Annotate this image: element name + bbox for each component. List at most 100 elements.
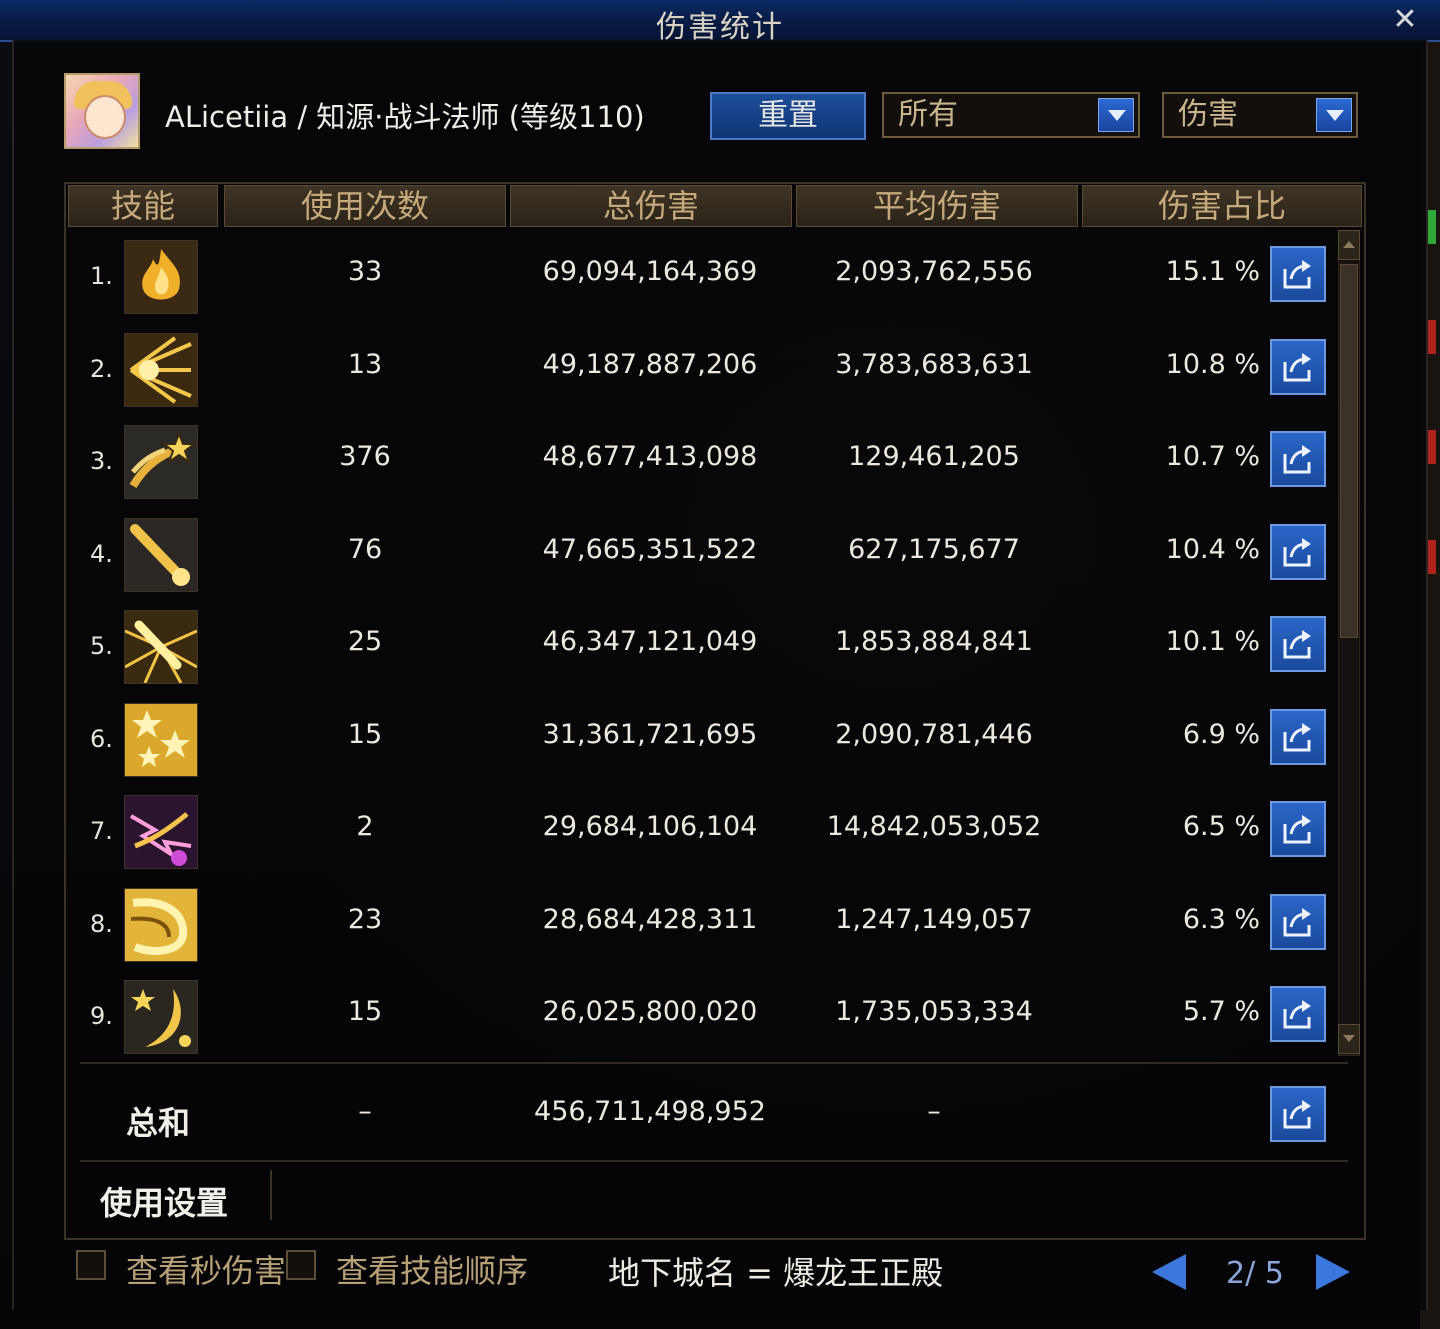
row-average-damage: 14,842,053,052 — [826, 811, 1042, 842]
next-page-arrow-icon[interactable] — [1316, 1254, 1350, 1290]
share-icon — [1283, 537, 1311, 566]
dps-checkbox-label[interactable]: 查看秒伤害 — [126, 1246, 286, 1292]
close-button[interactable]: ✕ — [1388, 3, 1422, 37]
total-uses: – — [358, 1096, 372, 1127]
column-header-uses[interactable]: 使用次数 — [224, 185, 506, 227]
crescent-moon-icon[interactable] — [124, 980, 198, 1054]
share-icon — [1283, 1000, 1311, 1029]
chevron-down-icon[interactable] — [1098, 98, 1134, 132]
row-uses: 376 — [339, 441, 391, 472]
row-uses: 13 — [347, 348, 383, 380]
staff-burst-icon[interactable] — [124, 610, 198, 684]
skill-order-checkbox[interactable] — [286, 1250, 316, 1280]
row-damage-share: 10.1 % — [1165, 626, 1260, 657]
chevron-down-icon[interactable] — [1316, 98, 1352, 132]
stat-filter-value: 伤害 — [1178, 97, 1238, 132]
total-damage: 456,711,498,952 — [534, 1096, 766, 1127]
row-total-damage: 69,094,164,369 — [542, 256, 758, 287]
row-total-damage: 26,025,800,020 — [542, 996, 758, 1027]
usage-settings-label[interactable]: 使用设置 — [100, 1178, 228, 1224]
character-name: ALicetiia / 知源·战斗法师 (等级110) — [165, 100, 645, 134]
share-icon — [1283, 445, 1311, 474]
row-rank: 5. — [90, 632, 113, 660]
table-row: 2. 13 49,187,887,206 3,783,683,631 10.8 % — [80, 329, 1340, 421]
row-uses: 15 — [347, 718, 383, 750]
target-filter-dropdown[interactable]: 所有 — [882, 92, 1140, 138]
share-button[interactable] — [1270, 523, 1326, 580]
row-rank: 2. — [90, 354, 113, 383]
reset-button[interactable]: 重置 — [710, 92, 866, 140]
table-header: 技能 使用次数 总伤害 平均伤害 伤害占比 — [68, 185, 1362, 227]
comet-star-icon[interactable] — [124, 425, 198, 499]
row-average-damage: 3,783,683,631 — [835, 348, 1033, 380]
swirl-slash-icon[interactable] — [124, 887, 198, 962]
share-button[interactable] — [1270, 708, 1326, 765]
share-icon — [1283, 815, 1311, 844]
table-row: 3. 376 48,677,413,098 129,461,205 10.7 % — [80, 421, 1340, 513]
row-uses: 33 — [347, 256, 383, 287]
row-rank: 9. — [90, 1002, 113, 1030]
total-label: 总和 — [126, 1104, 191, 1142]
close-icon: ✕ — [1392, 2, 1418, 37]
share-button[interactable] — [1270, 431, 1326, 487]
share-button[interactable] — [1270, 338, 1326, 395]
share-button[interactable] — [1270, 616, 1326, 672]
row-total-damage: 29,684,106,104 — [542, 811, 758, 842]
share-button[interactable] — [1270, 1086, 1326, 1142]
divider — [270, 1170, 272, 1220]
row-rank: 3. — [90, 447, 113, 475]
stat-filter-dropdown[interactable]: 伤害 — [1162, 92, 1358, 138]
lightning-magic-icon[interactable] — [124, 795, 198, 869]
row-average-damage: 627,175,677 — [848, 533, 1020, 565]
row-uses: 2 — [356, 811, 374, 842]
table-row: 6. 15 31,361,721,695 2,090,781,446 6.9 % — [80, 699, 1340, 791]
row-damage-share: 15.1 % — [1165, 256, 1260, 287]
share-button[interactable] — [1270, 801, 1326, 857]
share-button[interactable] — [1270, 893, 1326, 950]
scroll-up-button[interactable] — [1338, 230, 1360, 260]
total-row: 总和 – 456,711,498,952 – — [80, 1070, 1340, 1160]
share-icon — [1283, 630, 1311, 659]
row-average-damage: 2,090,781,446 — [835, 718, 1033, 750]
column-header-share[interactable]: 伤害占比 — [1082, 185, 1362, 227]
row-total-damage: 48,677,413,098 — [542, 441, 758, 472]
row-damage-share: 6.9 % — [1182, 718, 1260, 750]
character-avatar — [64, 73, 140, 149]
dps-checkbox[interactable] — [76, 1250, 106, 1280]
column-header-average[interactable]: 平均伤害 — [796, 185, 1078, 227]
row-total-damage: 31,361,721,695 — [542, 718, 758, 750]
share-button[interactable] — [1270, 246, 1326, 302]
row-total-damage: 47,665,351,522 — [542, 533, 758, 565]
star-rays-icon[interactable] — [124, 332, 198, 407]
skill-order-checkbox-label[interactable]: 查看技能顺序 — [336, 1246, 528, 1292]
table-row: 1. 33 69,094,164,369 2,093,762,556 15.1 % — [80, 236, 1340, 328]
share-icon — [1283, 722, 1311, 751]
row-average-damage: 1,247,149,057 — [835, 903, 1033, 935]
title-bar: 伤害统计 ✕ — [0, 0, 1440, 45]
row-total-damage: 28,684,428,311 — [542, 903, 758, 935]
row-uses: 15 — [347, 996, 383, 1027]
total-average: – — [927, 1096, 941, 1127]
staff-swing-icon[interactable] — [124, 517, 198, 592]
row-rank: 1. — [90, 262, 113, 290]
share-icon — [1283, 907, 1311, 936]
table-row: 5. 25 46,347,121,049 1,853,884,841 10.1 % — [80, 606, 1340, 698]
flame-burst-icon[interactable] — [124, 240, 198, 314]
row-damage-share: 6.3 % — [1182, 903, 1260, 935]
row-rank: 8. — [90, 909, 113, 938]
row-total-damage: 49,187,887,206 — [542, 348, 758, 380]
share-button[interactable] — [1270, 986, 1326, 1042]
row-damage-share: 10.7 % — [1165, 441, 1260, 472]
share-icon — [1283, 260, 1311, 289]
divider — [80, 1062, 1348, 1064]
row-damage-share: 5.7 % — [1182, 996, 1260, 1027]
row-average-damage: 2,093,762,556 — [835, 256, 1033, 287]
stars-cluster-icon[interactable] — [124, 702, 198, 777]
scroll-down-button[interactable] — [1338, 1024, 1360, 1054]
row-average-damage: 129,461,205 — [848, 441, 1020, 472]
column-header-total[interactable]: 总伤害 — [510, 185, 792, 227]
scrollbar-thumb[interactable] — [1340, 264, 1358, 638]
row-rank: 7. — [90, 817, 113, 845]
prev-page-arrow-icon[interactable] — [1152, 1254, 1186, 1290]
column-header-skill[interactable]: 技能 — [68, 185, 218, 227]
